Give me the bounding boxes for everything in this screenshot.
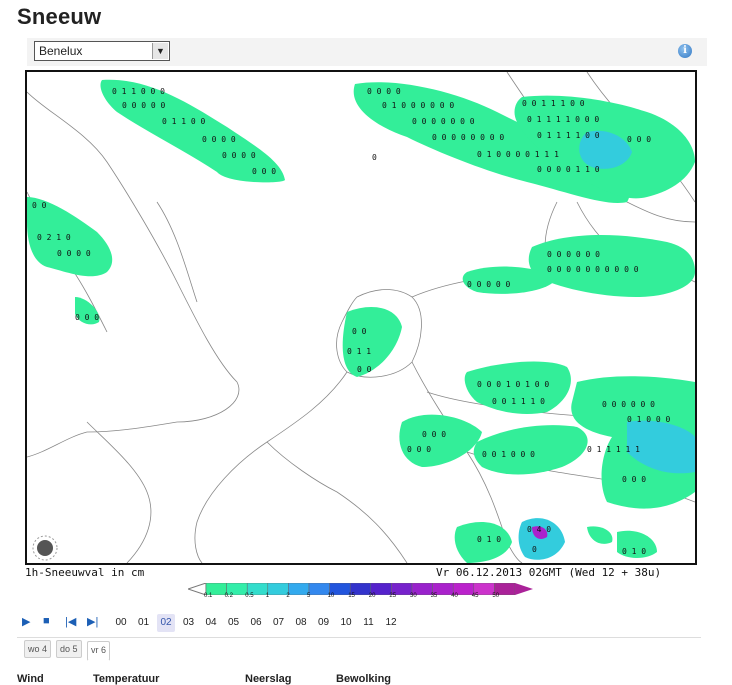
svg-text:0 0 0: 0 0 0 [75, 313, 99, 322]
color-legend: 0.1 0.2 0.5 1 2 5 10 15 20 25 30 35 40 45 50 [186, 582, 533, 602]
svg-text:0 1 1: 0 1 1 [347, 347, 371, 356]
svg-text:0 0 0 0: 0 0 0 0 [222, 151, 256, 160]
page-title: Sneeuw [17, 4, 102, 29]
hour-05[interactable]: 05 [225, 614, 243, 632]
svg-text:0 0 0 0: 0 0 0 0 [202, 135, 236, 144]
svg-text:0 1 1 0 0 0: 0 1 1 0 0 0 [112, 87, 165, 96]
day-tab[interactable]: wo 4 [24, 640, 52, 658]
hour-04[interactable]: 04 [202, 614, 220, 632]
snow-areas [27, 79, 695, 563]
legend-label: 25 [389, 593, 397, 599]
svg-text:0 0 0 0 0 0 0: 0 0 0 0 0 0 0 [412, 117, 475, 126]
tab-wind[interactable]: Wind [17, 673, 44, 685]
legend-swatch [288, 582, 310, 596]
svg-text:0 0 0 0 0 0 0 0 0 0: 0 0 0 0 0 0 0 0 0 0 [547, 265, 639, 274]
legend-label: 0.1 [204, 593, 213, 599]
svg-text:0 0 0: 0 0 0 [627, 135, 651, 144]
legend-label: 30 [410, 593, 417, 599]
day-tab[interactable]: do 5 [56, 640, 82, 658]
svg-text:0 0 1 0 0 0: 0 0 1 0 0 0 [482, 450, 535, 459]
hour-11[interactable]: 11 [360, 614, 378, 632]
legend-swatch [267, 582, 289, 596]
svg-text:0 0 0 0 1 1 0: 0 0 0 0 1 1 0 [537, 165, 600, 174]
svg-text:0 1 1 1 1 0 0: 0 1 1 1 1 0 0 [537, 131, 600, 140]
svg-text:0 0 0: 0 0 0 [407, 445, 431, 454]
svg-text:0 1 1 0 0: 0 1 1 0 0 [162, 117, 206, 126]
svg-text:0 0 0 0 0 0 0 0: 0 0 0 0 0 0 0 0 [432, 133, 504, 142]
legend-label: 20 [368, 593, 376, 599]
svg-text:0 0 0: 0 0 0 [622, 475, 646, 484]
skip-forward-icon[interactable]: ▶| [87, 615, 98, 628]
legend-label: 40 [451, 593, 458, 599]
hour-08[interactable]: 08 [292, 614, 310, 632]
legend-label: 1 [265, 593, 270, 599]
svg-text:0 0 0 1 0 1 0 0: 0 0 0 1 0 1 0 0 [477, 380, 549, 389]
legend-label: 5 [307, 593, 311, 599]
hour-02[interactable]: 02 [157, 614, 175, 632]
hour-07[interactable]: 07 [270, 614, 288, 632]
play-icon[interactable]: ▶ [22, 615, 30, 628]
info-icon[interactable]: i [678, 44, 692, 58]
svg-text:0 0 0 0 0: 0 0 0 0 0 [122, 101, 166, 110]
svg-text:0 0 0: 0 0 0 [422, 430, 446, 439]
legend-label: 0.2 [224, 593, 233, 599]
svg-text:0 0 1 1 1 0: 0 0 1 1 1 0 [492, 397, 545, 406]
tab-precipitation[interactable]: Neerslag [245, 673, 291, 685]
legend-label: 45 [471, 593, 479, 599]
day-tab[interactable]: vr 6 [87, 641, 111, 661]
svg-text:0 0 0 0: 0 0 0 0 [57, 249, 91, 258]
map-caption-left: 1h-Sneeuwval in cm [25, 566, 145, 579]
tab-temperature[interactable]: Temperatuur [93, 673, 159, 685]
timeline-bar: ▶ ■ |◀ ▶| 00 01 02 03 04 05 06 07 08 09 10 11 12 [17, 611, 701, 638]
svg-text:0 0: 0 0 [357, 365, 372, 374]
tab-clouds[interactable]: Bewolking [336, 673, 391, 685]
legend-label: 50 [492, 593, 500, 599]
map-canvas: 0 1 1 0 0 0 0 0 0 0 0 0 1 1 0 0 0 0 0 0 … [27, 72, 695, 563]
svg-text:0 0 0 0 0 0: 0 0 0 0 0 0 [602, 400, 655, 409]
legend-label: 0.5 [245, 593, 254, 599]
chevron-down-icon[interactable]: ▼ [152, 43, 168, 59]
stop-icon[interactable]: ■ [43, 615, 50, 627]
hour-03[interactable]: 03 [180, 614, 198, 632]
svg-text:0 1 0: 0 1 0 [477, 535, 501, 544]
hour-09[interactable]: 09 [315, 614, 333, 632]
svg-text:0 0: 0 0 [352, 327, 367, 336]
svg-text:0 4 0: 0 4 0 [527, 525, 551, 534]
region-select-value: Benelux [39, 44, 83, 58]
svg-text:0 1 0 0 0 0 1 1 1: 0 1 0 0 0 0 1 1 1 [477, 150, 559, 159]
svg-text:0 1 0: 0 1 0 [622, 547, 646, 556]
svg-text:0 0 0: 0 0 0 [252, 167, 276, 176]
svg-text:0 1 0 0 0 0 0 0: 0 1 0 0 0 0 0 0 [382, 101, 454, 110]
svg-text:0: 0 [532, 545, 537, 554]
map-logo [32, 535, 58, 561]
legend-label: 15 [348, 593, 355, 599]
hour-00[interactable]: 00 [112, 614, 130, 632]
svg-text:0 0 0 0 0: 0 0 0 0 0 [467, 280, 511, 289]
svg-text:0 1 1 1 1 1: 0 1 1 1 1 1 [587, 445, 640, 454]
svg-text:0 2 1 0: 0 2 1 0 [37, 233, 71, 242]
legend-label: 10 [327, 593, 335, 599]
legend-label: 35 [430, 593, 438, 599]
svg-text:0 0 1 1 1 0 0: 0 0 1 1 1 0 0 [522, 99, 585, 108]
hour-06[interactable]: 06 [247, 614, 265, 632]
region-bar: Benelux ▼ i [27, 38, 707, 66]
svg-text:0 1 1 1 1 0 0 0: 0 1 1 1 1 0 0 0 [527, 115, 599, 124]
legend-arrow-high [515, 583, 533, 595]
hour-10[interactable]: 10 [337, 614, 355, 632]
snow-map: 0 1 1 0 0 0 0 0 0 0 0 0 1 1 0 0 0 0 0 0 … [25, 70, 697, 565]
svg-text:0 0: 0 0 [32, 201, 47, 210]
legend-label: 2 [286, 593, 290, 599]
map-caption-right: Vr 06.12.2013 02GMT (Wed 12 + 38u) [436, 566, 662, 579]
region-select[interactable]: Benelux ▼ [34, 41, 170, 61]
svg-text:0: 0 [372, 153, 377, 162]
svg-text:0 0 0 0 0 0: 0 0 0 0 0 0 [547, 250, 600, 259]
legend-swatch [308, 582, 330, 596]
svg-text:0 0 0 0: 0 0 0 0 [367, 87, 401, 96]
skip-back-icon[interactable]: |◀ [65, 615, 76, 628]
legend-bar [186, 582, 533, 596]
hour-01[interactable]: 01 [135, 614, 153, 632]
hour-12[interactable]: 12 [382, 614, 400, 632]
svg-text:0 1 0 0 0: 0 1 0 0 0 [627, 415, 671, 424]
